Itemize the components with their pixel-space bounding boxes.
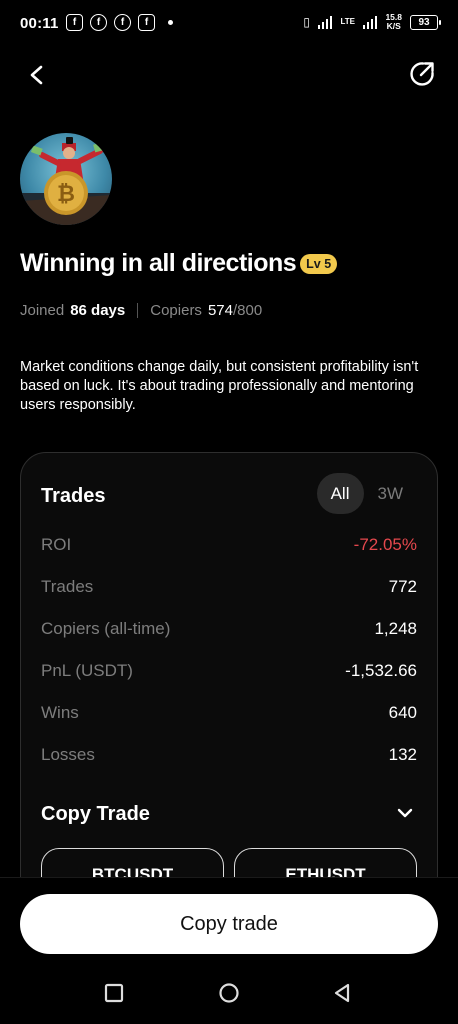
battery-level: 93 [418, 16, 430, 28]
back-arrow-icon [30, 65, 43, 85]
stat-value: 132 [388, 745, 417, 764]
stat-label: PnL (USDT) [41, 661, 133, 680]
copiers-max: /800 [232, 302, 263, 319]
stat-row-copiers-all-time: Copiers (all-time) 1,248 [41, 619, 417, 639]
stat-row-losses: Losses 132 [41, 745, 417, 765]
status-bar: 00:11 f f f f ▯ LTE 15.8 K/S 93 [0, 0, 458, 46]
tab-3w[interactable]: 3W [364, 473, 418, 514]
stat-label: ROI [41, 535, 72, 554]
card-title: Trades [41, 485, 106, 507]
joined-label: Joined [20, 302, 65, 319]
stat-row-pnl: PnL (USDT) -1,532.66 [41, 661, 417, 681]
trader-name: Winning in all directions [20, 249, 297, 277]
network-type: LTE [340, 17, 355, 26]
trader-meta: Joined 86 days Copiers 574 /800 [20, 302, 262, 319]
stat-row-roi: ROI -72.05% [41, 535, 417, 555]
battery-icon: 93 [410, 14, 441, 30]
stat-value: 772 [388, 577, 417, 596]
recents-button[interactable] [103, 982, 125, 1004]
share-button[interactable] [408, 60, 436, 88]
network-speed: 15.8 K/S [385, 13, 402, 31]
copiers-label: Copiers [150, 302, 202, 319]
copy-trade-title: Copy Trade [41, 803, 150, 825]
period-tabs: All 3W [316, 473, 418, 514]
facebook-notification-icon: f [114, 14, 131, 31]
avatar: ₿ [20, 133, 112, 225]
svg-text:₿: ₿ [57, 182, 75, 207]
copy-trade-toggle[interactable] [395, 803, 415, 823]
level-badge: Lv 5 [300, 253, 338, 274]
signal-icon-2 [362, 15, 378, 29]
messenger-notification-icon: f [138, 14, 155, 31]
stat-value: -1,532.66 [345, 661, 417, 680]
tab-all[interactable]: All [316, 473, 364, 514]
stat-label: Copiers (all-time) [41, 619, 171, 638]
messenger-notification-icon: f [66, 14, 83, 31]
more-notifications-dot-icon [168, 20, 173, 25]
copiers-current: 574 [207, 302, 233, 319]
vibrate-icon: ▯ [303, 15, 310, 29]
meta-divider [137, 303, 139, 318]
trader-bio: Market conditions change daily, but cons… [20, 359, 419, 413]
stat-value: -72.05% [353, 535, 417, 554]
network-speed-unit: K/S [386, 21, 401, 31]
chevron-down-icon [397, 808, 413, 818]
back-nav-icon [334, 983, 350, 1003]
avatar-illustration: ₿ [20, 137, 112, 225]
signal-icon [317, 15, 333, 29]
status-time: 00:11 [20, 15, 59, 32]
home-icon [219, 983, 239, 1003]
joined-value: 86 days [70, 302, 126, 319]
stat-value: 640 [388, 703, 417, 722]
back-button[interactable] [22, 60, 52, 90]
facebook-notification-icon: f [90, 14, 107, 31]
system-status-icons: ▯ LTE 15.8 K/S 93 [303, 13, 441, 31]
notification-icons: f f f f [66, 14, 173, 31]
stat-value: 1,248 [374, 619, 417, 638]
stat-row-trades: Trades 772 [41, 577, 417, 597]
trader-name-row: Winning in all directions Lv 5 [20, 249, 338, 278]
copy-trade-button[interactable]: Copy trade [20, 894, 438, 954]
share-icon [410, 62, 434, 86]
recents-icon [104, 983, 124, 1003]
stat-label: Losses [41, 745, 95, 764]
stat-label: Trades [41, 577, 94, 596]
home-button[interactable] [218, 982, 240, 1004]
stat-row-wins: Wins 640 [41, 703, 417, 723]
stat-label: Wins [41, 703, 79, 722]
back-nav-button[interactable] [331, 982, 353, 1004]
